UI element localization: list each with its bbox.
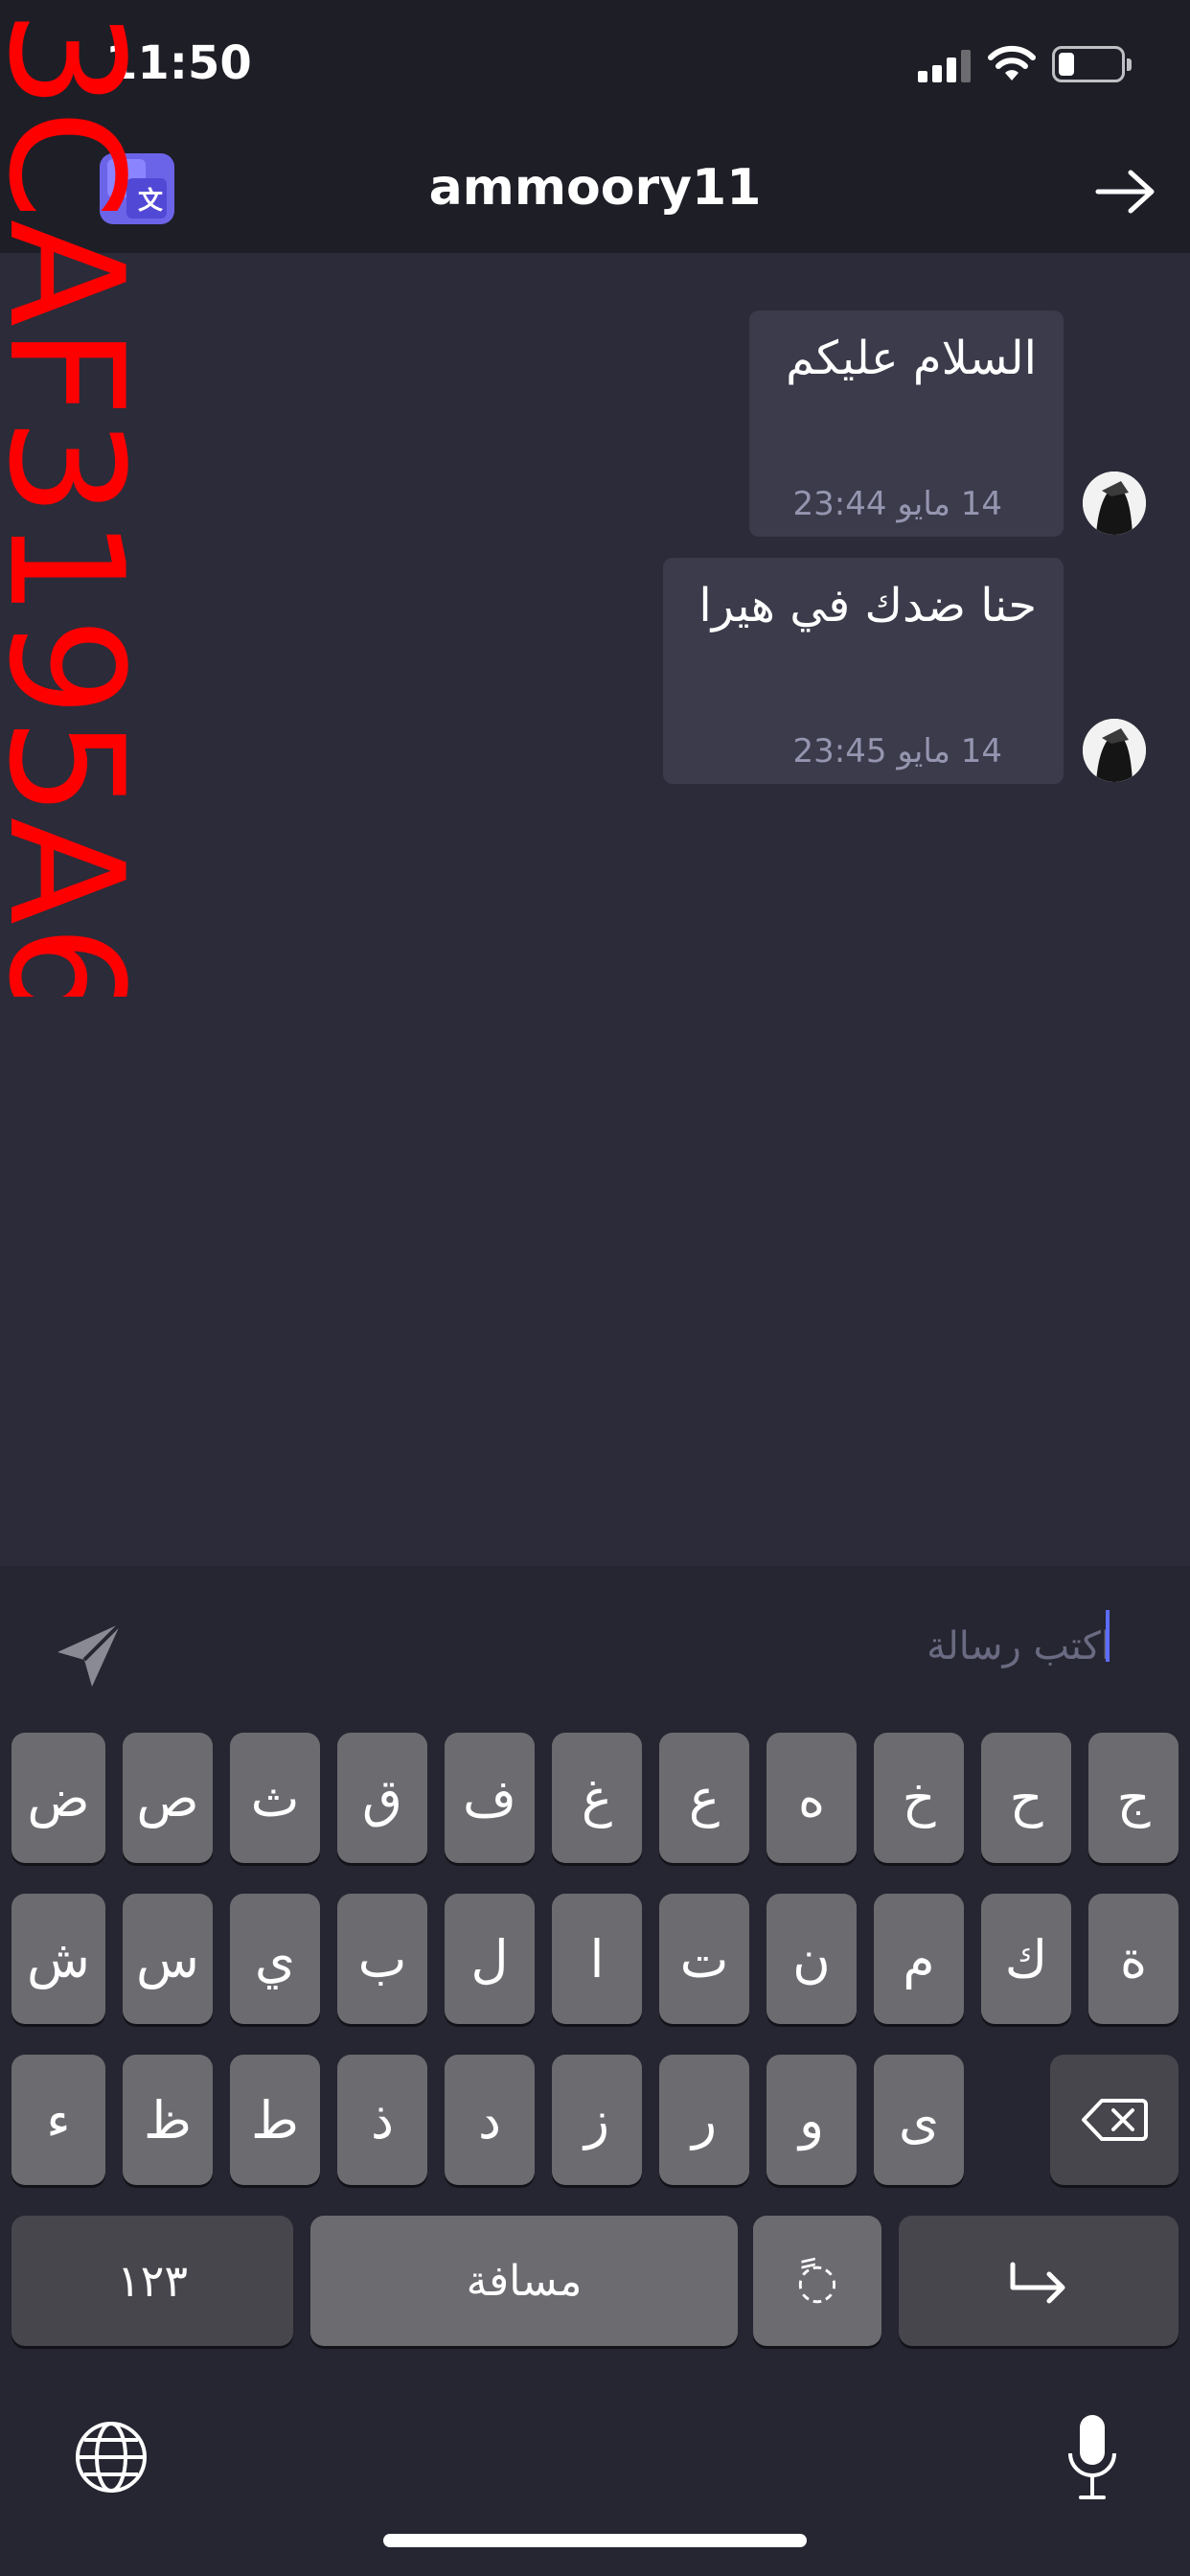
key[interactable]: م xyxy=(874,1894,964,2024)
diacritic-key[interactable]: ً◌ xyxy=(753,2216,881,2346)
avatar[interactable] xyxy=(1083,472,1146,535)
message-timestamp: 14 مايو 23:45 xyxy=(792,732,1002,770)
key[interactable]: ج xyxy=(1088,1733,1179,1863)
key[interactable]: ي xyxy=(230,1894,320,2024)
key[interactable]: د xyxy=(445,2055,535,2185)
return-key[interactable] xyxy=(899,2216,1179,2346)
keyboard: ض ص ث ق ف غ ع ه خ ح ج ش س ي ب ل ا ت ن م … xyxy=(0,1719,1190,2576)
message-text: السلام عليكم xyxy=(786,332,1037,385)
key[interactable]: خ xyxy=(874,1733,964,1863)
key[interactable]: ع xyxy=(659,1733,749,1863)
battery-icon xyxy=(1052,46,1132,82)
key[interactable]: ك xyxy=(981,1894,1071,2024)
key[interactable]: ف xyxy=(445,1733,535,1863)
header-bar: 11:50 ا 文 ammoory11 xyxy=(0,0,1190,253)
key[interactable]: ه xyxy=(767,1733,857,1863)
key[interactable]: ث xyxy=(230,1733,320,1863)
message-list[interactable]: السلام عليكم 14 مايو 23:44 حنا ضدك في هي… xyxy=(0,253,1190,1566)
key[interactable]: و xyxy=(767,2055,857,2185)
wifi-icon xyxy=(988,45,1036,80)
key[interactable]: ة xyxy=(1088,1894,1179,2024)
message-input[interactable] xyxy=(805,1616,1111,1677)
message-timestamp: 14 مايو 23:44 xyxy=(792,485,1002,523)
chat-screen: 11:50 ا 文 ammoory11 السلام عليكم 14 مايو… xyxy=(0,0,1190,2576)
key[interactable]: ب xyxy=(337,1894,427,2024)
cellular-signal-icon xyxy=(918,50,972,82)
right-arrow-icon[interactable] xyxy=(1092,165,1159,218)
text-caret xyxy=(1106,1610,1110,1662)
key[interactable]: ى xyxy=(874,2055,964,2185)
chat-title: ammoory11 xyxy=(428,159,762,217)
key[interactable]: ق xyxy=(337,1733,427,1863)
key[interactable]: ء xyxy=(11,2055,105,2185)
key[interactable]: ظ xyxy=(123,2055,213,2185)
message-text: حنا ضدك في هيرا xyxy=(698,579,1037,632)
key[interactable]: ز xyxy=(552,2055,642,2185)
space-key[interactable]: مسافة xyxy=(310,2216,738,2346)
globe-icon[interactable] xyxy=(73,2419,149,2496)
key[interactable]: غ xyxy=(552,1733,642,1863)
key[interactable]: ص xyxy=(123,1733,213,1863)
backspace-icon xyxy=(1082,2099,1148,2141)
composer-bar xyxy=(0,1566,1190,1719)
key[interactable]: ل xyxy=(445,1894,535,2024)
home-indicator[interactable] xyxy=(383,2534,807,2547)
return-icon xyxy=(1010,2262,1065,2304)
avatar[interactable] xyxy=(1083,719,1146,782)
key[interactable]: ن xyxy=(767,1894,857,2024)
key[interactable]: ا xyxy=(552,1894,642,2024)
key[interactable]: ر xyxy=(659,2055,749,2185)
key[interactable]: ش xyxy=(11,1894,105,2024)
key[interactable]: ض xyxy=(11,1733,105,1863)
message-bubble[interactable]: حنا ضدك في هيرا 14 مايو 23:45 xyxy=(663,558,1064,784)
key[interactable]: ت xyxy=(659,1894,749,2024)
key[interactable]: ط xyxy=(230,2055,320,2185)
key[interactable]: ذ xyxy=(337,2055,427,2185)
key[interactable]: ح xyxy=(981,1733,1071,1863)
send-icon[interactable] xyxy=(54,1620,125,1690)
microphone-icon[interactable] xyxy=(1065,2411,1119,2503)
backspace-key[interactable] xyxy=(1050,2055,1179,2185)
numbers-key[interactable]: ١٢٣ xyxy=(11,2216,293,2346)
key[interactable]: س xyxy=(123,1894,213,2024)
status-time: 11:50 xyxy=(105,36,252,90)
message-bubble[interactable]: السلام عليكم 14 مايو 23:44 xyxy=(749,310,1064,537)
